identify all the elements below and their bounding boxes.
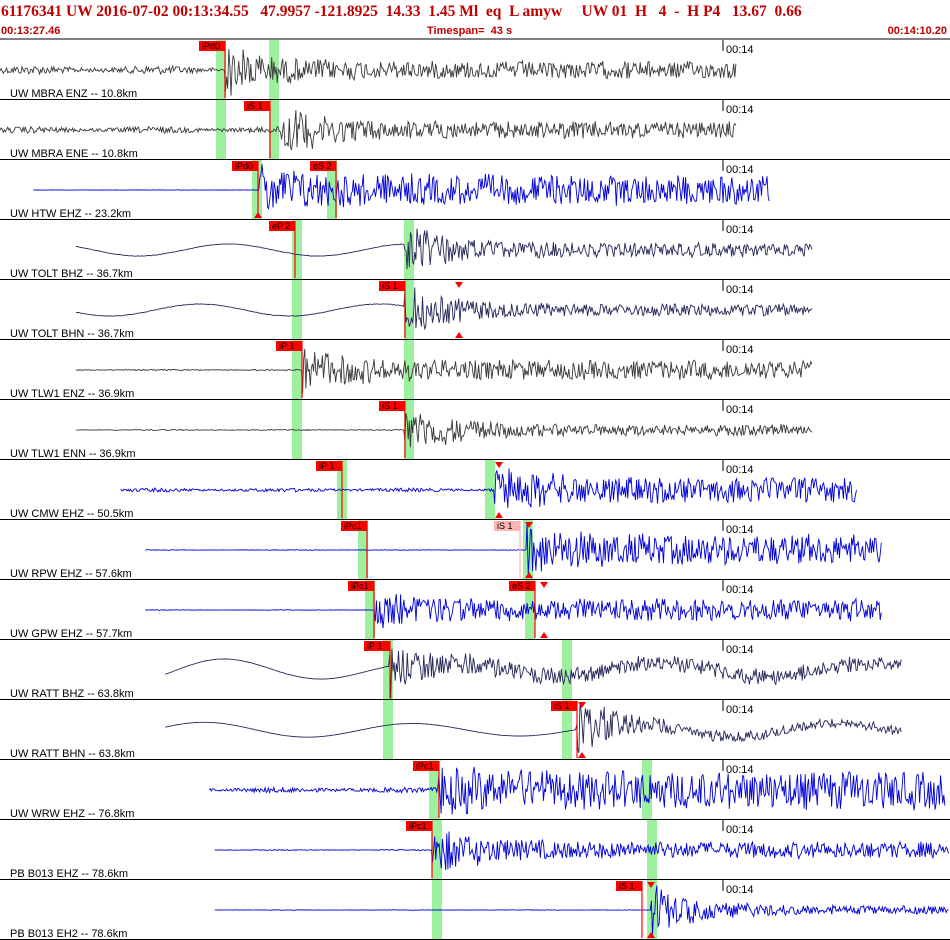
trace-panel[interactable]: eP 2 00:14 UW TOLT BHZ -- 36.7km: [0, 220, 950, 280]
pick-label: iPc1: [409, 821, 427, 831]
station-label: UW RPW EHZ -- 57.6km: [10, 568, 132, 580]
station-label: UW MBRA ENE -- 10.8km: [10, 148, 138, 160]
trace-panel[interactable]: iPd0 eS 2 00:14 UW HTW EHZ -- 23.2km: [0, 160, 950, 220]
arrival-marker-top: [495, 462, 503, 468]
arrival-marker-top: [455, 282, 463, 288]
trace-panel[interactable]: iS 1 00:14 PB B013 EH2 -- 78.6km: [0, 880, 950, 940]
waveform-trace: [75, 228, 813, 270]
trace-panel[interactable]: iPc1 iS 1 00:14 UW RPW EHZ -- 57.6km: [0, 520, 950, 580]
pick-window: [292, 280, 302, 340]
station-label: UW CMW EHZ -- 50.5km: [10, 508, 133, 520]
pick-label: iS 1: [554, 701, 570, 711]
trace-panel[interactable]: iP 1 00:14 UW CMW EHZ -- 50.5km: [0, 460, 950, 520]
waveform-trace: [214, 831, 949, 871]
pick-label: iP 1: [367, 641, 382, 651]
time-tick-label: 00:14: [726, 524, 754, 536]
pick-label: iS 1: [382, 281, 398, 291]
arrival-marker-bottom: [540, 632, 548, 638]
trace-panel[interactable]: iS 1 00:14 UW TOLT BHN -- 36.7km: [0, 280, 950, 340]
time-tick-label: 00:14: [726, 824, 754, 836]
pick-label: iS 1: [247, 101, 263, 111]
time-tick-label: 00:14: [726, 164, 754, 176]
trace-panel[interactable]: iPc1 eS 2 00:14 UW GPW EHZ -- 57.7km: [0, 580, 950, 640]
station-label: UW MBRA ENZ -- 10.8km: [10, 88, 137, 100]
waveform-trace: [208, 766, 946, 815]
trace-panel[interactable]: iPc1 00:14 UW WRW EHZ -- 76.8km: [0, 760, 950, 820]
pick-label: iPd0: [202, 41, 220, 51]
time-tick-label: 00:14: [726, 464, 754, 476]
time-tick-label: 00:14: [726, 284, 754, 296]
waveform-trace: [165, 648, 902, 699]
time-tick-label: 00:14: [726, 644, 754, 656]
time-tick-label: 00:14: [726, 584, 754, 596]
time-tick-label: 00:14: [726, 344, 754, 356]
pick-label: iP 1: [319, 461, 334, 471]
trace-panel[interactable]: iS 1 00:14 UW TLW1 ENN -- 36.9km: [0, 400, 950, 460]
arrival-marker-top: [540, 582, 548, 588]
waveform-trace: [76, 287, 813, 331]
time-tick-label: 00:14: [726, 224, 754, 236]
station-label: UW TOLT BHN -- 36.7km: [10, 328, 134, 340]
time-tick-label: 00:14: [726, 404, 754, 416]
station-label: UW TOLT BHZ -- 36.7km: [10, 268, 133, 280]
waveform-panels[interactable]: iPd0 00:14 UW MBRA ENZ -- 10.8km iS 1 00:14 U…: [0, 0, 950, 940]
station-label: UW WRW EHZ -- 76.8km: [10, 808, 134, 820]
pick-label: iPc1: [344, 521, 362, 531]
arrival-marker-bottom: [455, 332, 463, 338]
pick-label: iS 1: [382, 401, 398, 411]
station-label: UW TLW1 ENZ -- 36.9km: [10, 388, 134, 400]
arrival-marker-bottom: [495, 512, 503, 518]
trace-panel[interactable]: iP 1 00:14 UW RATT BHZ -- 63.8km: [0, 640, 950, 700]
waveform-trace: [75, 348, 813, 394]
waveform-trace: [145, 593, 882, 629]
pick-label: iP 1: [279, 341, 294, 351]
station-label: UW TLW1 ENN -- 36.9km: [10, 448, 136, 460]
pick-window: [562, 640, 572, 700]
time-tick-label: 00:14: [726, 104, 754, 116]
arrival-marker-top: [578, 702, 586, 708]
waveform-trace: [0, 109, 737, 151]
station-label: UW GPW EHZ -- 57.7km: [10, 628, 132, 640]
trace-panel[interactable]: iS 1 00:14 UW RATT BHN -- 63.8km: [0, 700, 950, 760]
station-label: PB B013 EH2 -- 78.6km: [10, 928, 127, 940]
waveform-trace: [165, 702, 902, 754]
pick-label: iS 1: [497, 521, 513, 531]
station-label: UW RATT BHZ -- 63.8km: [10, 688, 134, 700]
waveform-trace: [33, 164, 770, 210]
trace-panel[interactable]: iS 1 00:14 UW MBRA ENE -- 10.8km: [0, 100, 950, 160]
time-tick-label: 00:14: [726, 704, 754, 716]
station-label: UW RATT BHN -- 63.8km: [10, 748, 135, 760]
trace-panel[interactable]: iP 1 00:14 UW TLW1 ENZ -- 36.9km: [0, 340, 950, 400]
pick-window: [383, 700, 393, 760]
pick-label: iS 1: [619, 881, 635, 891]
time-tick-label: 00:14: [726, 44, 754, 56]
time-tick-label: 00:14: [726, 764, 754, 776]
trace-panel[interactable]: iPd0 00:14 UW MBRA ENZ -- 10.8km: [0, 40, 950, 100]
pick-label: eP 2: [272, 221, 290, 231]
station-label: PB B013 EHZ -- 78.6km: [10, 868, 128, 880]
pick-label: iPc1: [416, 761, 434, 771]
pick-label: iPd0: [235, 161, 253, 171]
waveform-trace: [214, 885, 949, 935]
pick-label: eS 2: [512, 581, 531, 591]
pick-label: eS 2: [313, 161, 332, 171]
waveform-trace: [75, 413, 813, 448]
pick-window: [269, 40, 279, 100]
time-tick-label: 00:14: [726, 884, 754, 896]
trace-panel[interactable]: iPc1 00:14 PB B013 EHZ -- 78.6km: [0, 820, 950, 880]
station-label: UW HTW EHZ -- 23.2km: [10, 208, 131, 220]
pick-label: iPc1: [351, 581, 369, 591]
